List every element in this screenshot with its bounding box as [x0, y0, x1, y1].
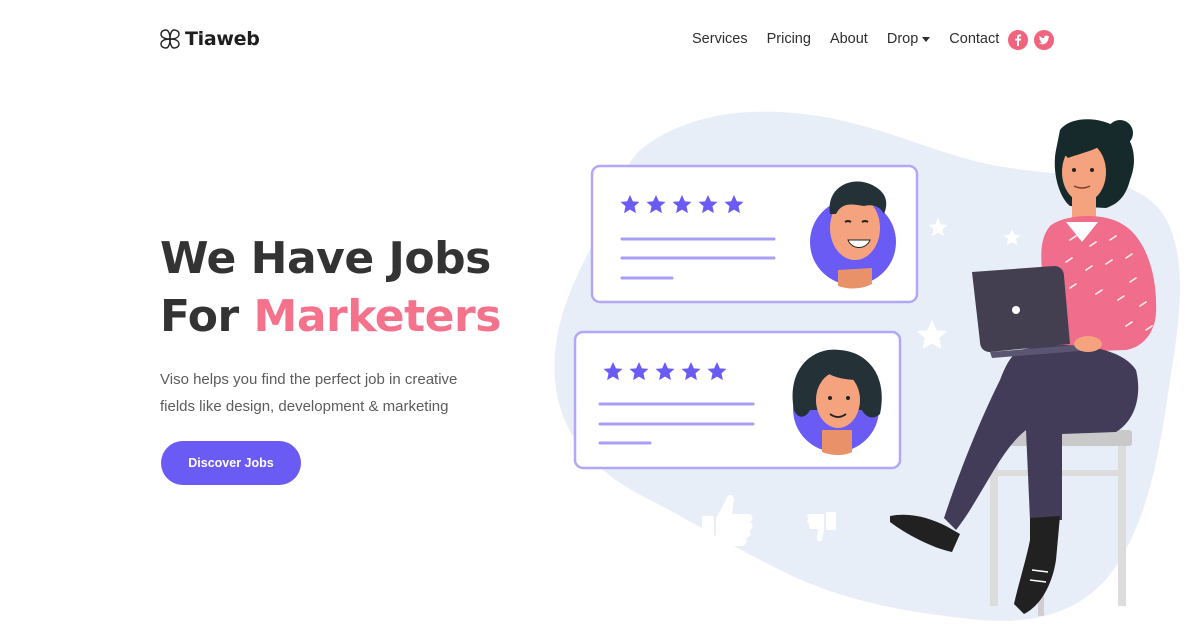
review-card-2	[573, 330, 902, 470]
nav-item-about[interactable]: About	[830, 31, 868, 47]
nav-item-drop-label: Drop	[886, 31, 919, 47]
hero-title: We Have Jobs For Marketers	[160, 230, 540, 346]
chevron-down-icon	[922, 37, 931, 42]
top-navbar: Tiaweb Services Pricing About Drop Conta…	[0, 0, 1200, 82]
hero-title-prefix: For	[160, 291, 254, 342]
discover-jobs-button[interactable]: Discover Jobs	[161, 441, 301, 485]
brand[interactable]: Tiaweb	[160, 28, 260, 50]
hero-title-accent: Marketers	[253, 291, 502, 342]
brand-name: Tiaweb	[185, 28, 260, 50]
social-links	[1008, 30, 1054, 50]
nav-menu: Services Pricing About Drop Contact	[692, 31, 1018, 47]
nav-item-services[interactable]: Services	[692, 31, 748, 47]
hero-title-line1: We Have Jobs	[160, 233, 491, 284]
nav-item-contact[interactable]: Contact	[949, 31, 999, 47]
review-card-1	[590, 164, 919, 304]
flower-logo-icon	[160, 29, 180, 49]
hero-description: Viso helps you find the perfect job in c…	[160, 371, 458, 415]
twitter-icon[interactable]	[1034, 30, 1054, 50]
facebook-icon[interactable]	[1008, 30, 1028, 50]
nav-item-drop[interactable]: Drop	[886, 31, 931, 47]
nav-item-pricing[interactable]: Pricing	[767, 31, 811, 47]
hero-title-line2: For Marketers	[160, 288, 540, 346]
hero-illustration	[554, 111, 1180, 621]
